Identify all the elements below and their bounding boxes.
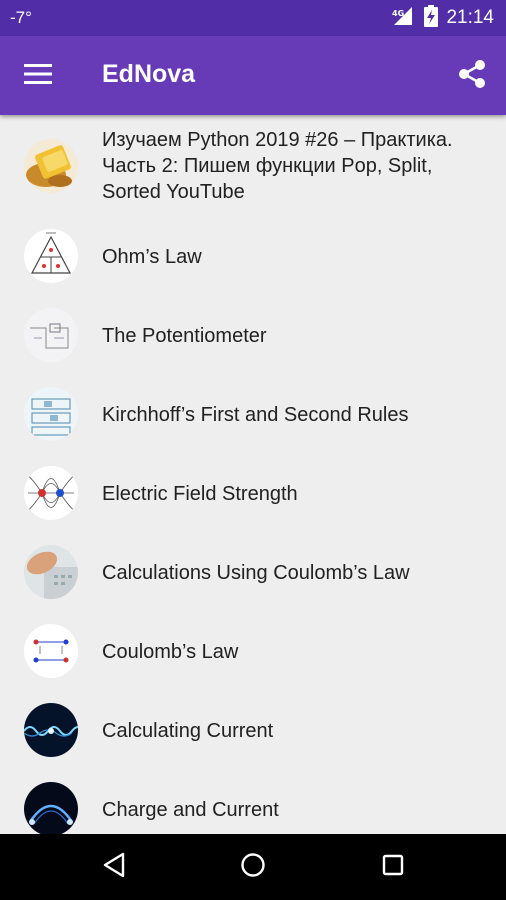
home-circle-icon bbox=[240, 852, 266, 883]
calculator-hand-thumbnail bbox=[24, 545, 78, 599]
app-title: EdNova bbox=[102, 60, 196, 88]
charge-arc-thumbnail bbox=[24, 782, 78, 834]
python-tutorial-thumbnail bbox=[24, 139, 78, 193]
status-time: 21:14 bbox=[446, 7, 494, 28]
video-list: Изучаем Python 2019 #26 – Практика. Част… bbox=[0, 115, 506, 834]
navigation-bar bbox=[0, 834, 506, 900]
potentiometer-circuit-thumbnail bbox=[24, 308, 78, 362]
list-item-title: Calculating Current bbox=[102, 719, 274, 742]
battery-charging-icon bbox=[424, 4, 439, 32]
list-item[interactable]: Ohm’s Law bbox=[0, 217, 506, 296]
share-icon bbox=[458, 59, 486, 94]
status-bar: -7° 4G 21:14 bbox=[0, 0, 506, 36]
recents-button[interactable] bbox=[365, 845, 421, 889]
list-item[interactable]: Calculating Current bbox=[0, 691, 506, 770]
list-item[interactable]: Coulomb’s Law bbox=[0, 612, 506, 691]
menu-button[interactable] bbox=[14, 56, 62, 96]
electric-field-lines-thumbnail bbox=[24, 466, 78, 520]
coulomb-charges-thumbnail bbox=[24, 624, 78, 678]
list-item-title: Electric Field Strength bbox=[102, 482, 298, 505]
list-item[interactable]: Изучаем Python 2019 #26 – Практика. Част… bbox=[0, 115, 506, 217]
temperature-indicator: -7° bbox=[10, 8, 32, 27]
kirchhoff-circuit-thumbnail bbox=[24, 387, 78, 441]
list-item-title: Изучаем Python 2019 #26 – Практика. Част… bbox=[102, 129, 453, 203]
list-item[interactable]: Charge and Current bbox=[0, 770, 506, 834]
list-item-title: Calculations Using Coulomb’s Law bbox=[102, 561, 410, 584]
current-wave-thumbnail bbox=[24, 703, 78, 757]
list-item[interactable]: Electric Field Strength bbox=[0, 454, 506, 533]
ohms-law-triangle-thumbnail bbox=[24, 229, 78, 283]
list-item-title: Ohm’s Law bbox=[102, 245, 202, 268]
list-item-title: Kirchhoff’s First and Second Rules bbox=[102, 403, 409, 426]
share-button[interactable] bbox=[450, 56, 494, 96]
list-item-title: Coulomb’s Law bbox=[102, 640, 239, 663]
back-triangle-icon bbox=[102, 852, 126, 883]
list-item[interactable]: Kirchhoff’s First and Second Rules bbox=[0, 375, 506, 454]
back-button[interactable] bbox=[86, 845, 142, 889]
hamburger-menu-icon bbox=[24, 63, 52, 90]
home-button[interactable] bbox=[225, 845, 281, 889]
network-type: 4G bbox=[392, 9, 404, 18]
list-item[interactable]: Calculations Using Coulomb’s Law bbox=[0, 533, 506, 612]
list-item-title: The Potentiometer bbox=[102, 324, 267, 347]
signal-icon: 4G bbox=[390, 5, 416, 32]
list-item-title: Charge and Current bbox=[102, 798, 279, 821]
list-item[interactable]: The Potentiometer bbox=[0, 296, 506, 375]
app-bar: EdNova bbox=[0, 36, 506, 115]
recents-square-icon bbox=[381, 853, 405, 882]
